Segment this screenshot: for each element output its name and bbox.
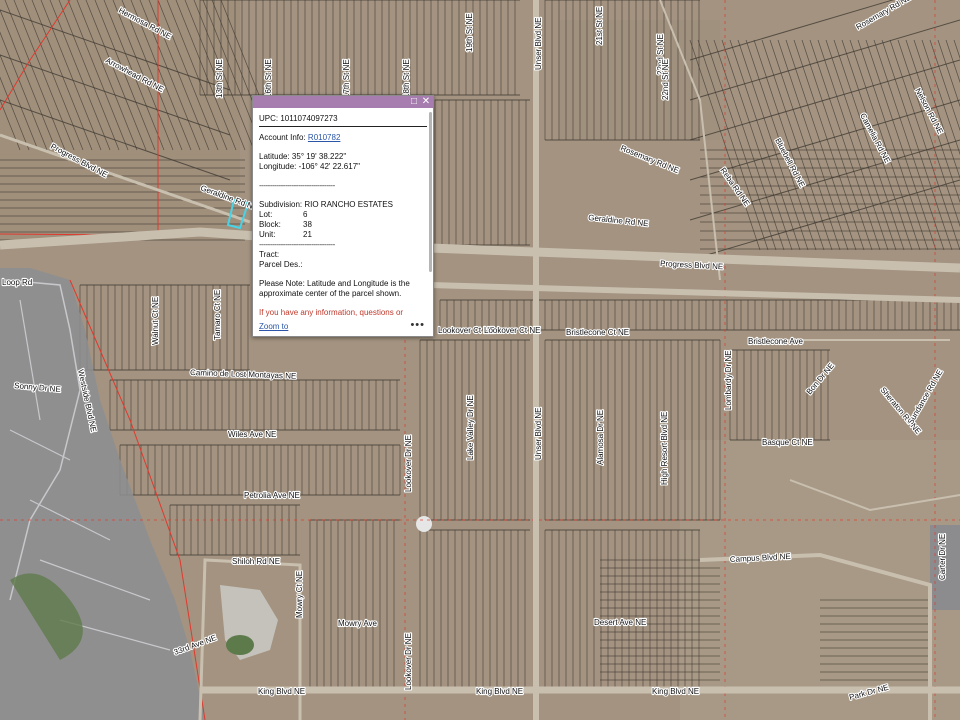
road-label: King Blvd NE [476, 687, 523, 696]
popup-footer: Zoom to ••• [259, 319, 425, 333]
longitude-text: Longitude: -106° 42' 22.617" [259, 162, 360, 171]
road-label: Desert Ave NE [594, 618, 646, 627]
latitude-text: Latitude: 35° 19' 38.222" [259, 152, 347, 161]
account-label: Account Info: [259, 133, 308, 142]
road-label: Bristlecone Ave [748, 337, 804, 346]
lot-label: Lot: [259, 210, 273, 219]
map-view[interactable]: Hermosa Rd NE Arrowhead Rd NE Progress B… [0, 0, 960, 720]
road-label: 16th St NE [264, 59, 273, 98]
road-label: Mowry Ct NE [295, 571, 304, 618]
road-label: Tamaro Ct NE [213, 290, 222, 340]
road-label: Lake Valley Dr NE [466, 395, 475, 460]
parcel-info-popup[interactable]: □ ✕ UPC: 1011074097273 Account Info: R01… [252, 95, 434, 337]
road-label: Wiles Ave NE [228, 430, 276, 439]
road-label: Lombardy Dr NE [724, 350, 733, 410]
road-label: Shiloh Rd NE [232, 557, 280, 566]
account-link[interactable]: R010782 [308, 133, 340, 142]
separator: ----------------------------------- [259, 181, 335, 190]
road-label: Lookover Dr NE [404, 435, 413, 492]
account-info: Account Info: R010782 [259, 133, 427, 143]
road-label: 19th St NE [465, 13, 474, 52]
road-label: Lookover Dr NE [404, 633, 413, 690]
road-label: Lookover Ct NE [484, 326, 540, 335]
more-actions-icon[interactable]: ••• [410, 319, 425, 331]
close-icon[interactable]: ✕ [421, 97, 431, 107]
popup-scrollbar[interactable] [429, 112, 432, 272]
map-canvas[interactable]: Hermosa Rd NE Arrowhead Rd NE Progress B… [0, 0, 960, 720]
road-label: Walnut Ct NE [151, 297, 160, 345]
block-row: Block: 38 [259, 220, 427, 230]
block-value: 38 [303, 220, 312, 229]
zoom-to-link[interactable]: Zoom to [259, 322, 288, 331]
parcel-des-text: Parcel Des.: [259, 260, 303, 269]
road-label: 13th St NE [215, 59, 224, 98]
popup-content: UPC: 1011074097273 Account Info: R010782… [259, 114, 427, 320]
upc-text: UPC: 1011074097273 [259, 114, 338, 123]
unit-value: 21 [303, 230, 312, 239]
terrain-patch [0, 0, 240, 240]
tract-text: Tract: [259, 250, 280, 259]
road-label: 22nd St NE [661, 59, 670, 100]
road-label: High Resort Blvd NE [660, 412, 669, 485]
separator: ----------------------------------- [259, 240, 335, 249]
road-label: King Blvd NE [258, 687, 305, 696]
lot-value: 6 [303, 210, 308, 219]
block-label: Block: [259, 220, 281, 229]
road-label: Unser Blvd NE [534, 18, 543, 70]
road-label: Loop Rd [2, 278, 32, 287]
subdivision-text: Subdivision: RIO RANCHO ESTATES [259, 200, 393, 209]
unit-row: Unit: 21 [259, 230, 427, 240]
road-label: Unser Blvd NE [534, 408, 543, 460]
road-label: Alamosa Dr NE [596, 410, 605, 465]
info-request-text: If you have any information, questions o… [259, 308, 404, 317]
note-text: Please Note: Latitude and Longitude is t… [259, 279, 410, 298]
terrain-patch [560, 20, 720, 140]
lot-row: Lot: 6 [259, 210, 427, 220]
maximize-icon[interactable]: □ [409, 97, 419, 107]
unit-label: Unit: [259, 230, 276, 239]
road-label: King Blvd NE [652, 687, 699, 696]
road-label: 18th St NE [402, 59, 411, 98]
road-label: 21st St NE [595, 7, 604, 45]
road-label: 17th St NE [342, 59, 351, 98]
road-label: Basque Ct NE [762, 438, 813, 447]
road-label: Carter Dr NE [938, 534, 947, 580]
popup-titlebar[interactable]: □ ✕ [253, 96, 433, 108]
road-label: Bristlecone Ct NE [566, 328, 629, 337]
road-label: Mowry Ave [338, 619, 378, 628]
divider [259, 126, 427, 127]
road-label: Petrolia Ave NE [244, 491, 300, 500]
